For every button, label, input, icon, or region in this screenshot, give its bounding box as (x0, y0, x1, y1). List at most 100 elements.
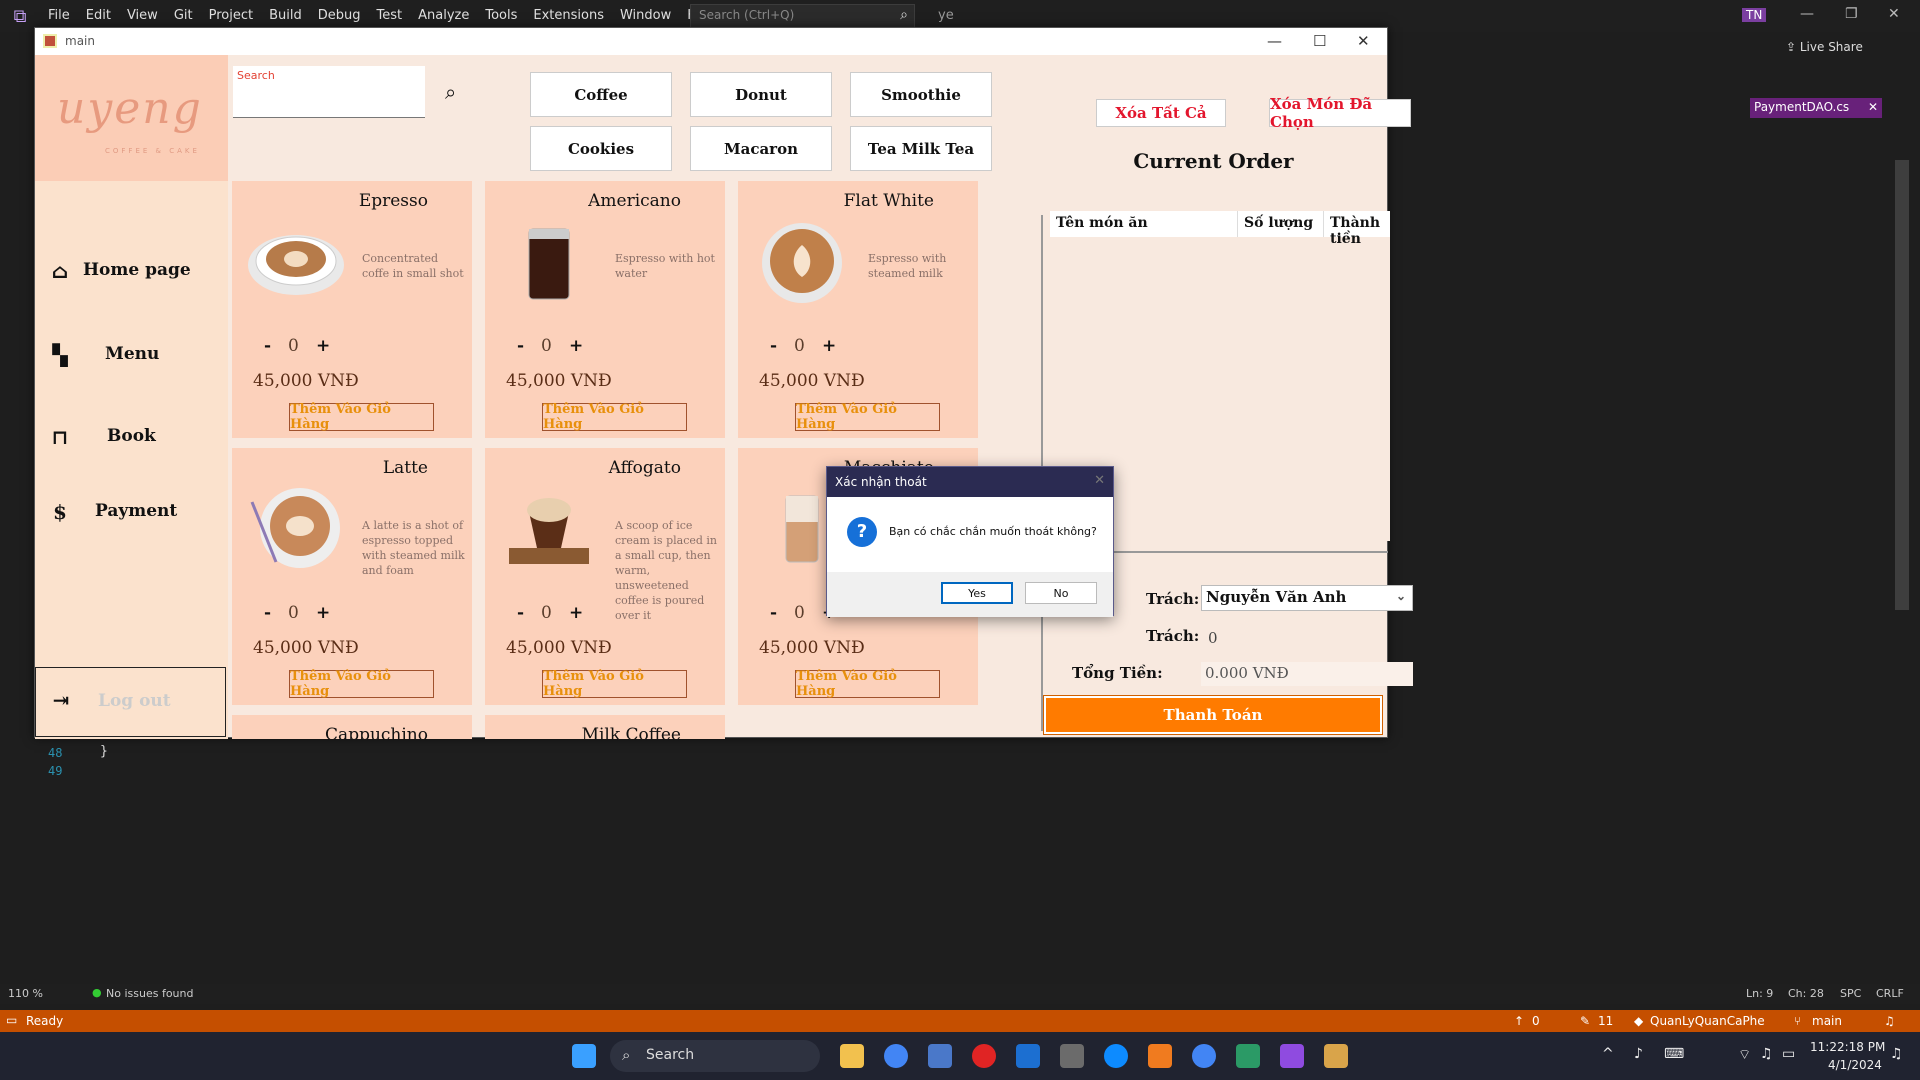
chrome-icon[interactable] (884, 1044, 908, 1068)
user-avatar[interactable]: TN (1742, 8, 1767, 22)
decrease-qty-button[interactable]: - (517, 603, 524, 623)
code-line[interactable]: } (100, 744, 108, 759)
category-tea-milk-tea[interactable]: Tea Milk Tea (850, 126, 992, 171)
remove-selected-button[interactable]: Xóa Món Đã Chọn (1269, 95, 1411, 131)
start-icon[interactable] (572, 1044, 596, 1068)
increase-qty-button[interactable]: + (316, 603, 330, 623)
nav-payment[interactable]: $ Payment (35, 488, 228, 538)
decrease-qty-button[interactable]: - (770, 603, 777, 623)
column-header[interactable]: Tên món ăn (1050, 211, 1238, 237)
decrease-qty-button[interactable]: - (264, 603, 271, 623)
add-to-cart-button[interactable]: Thêm Vào Giỏ Hàng (542, 669, 687, 699)
discount-value[interactable]: 0 (1208, 629, 1218, 647)
category-macaron[interactable]: Macaron (690, 126, 832, 171)
minimize-icon[interactable]: — (1800, 6, 1814, 22)
column-header[interactable]: Số lượng (1238, 211, 1324, 237)
product-grid[interactable]: Epresso Concentrated coffe in small shot… (232, 181, 1032, 739)
increase-qty-button[interactable]: + (569, 336, 583, 356)
app-icon[interactable] (1236, 1044, 1260, 1068)
visual-studio-icon[interactable] (1280, 1044, 1304, 1068)
editor-tab-paymentdao[interactable]: PaymentDAO.cs ✕ (1750, 98, 1882, 118)
minimize-icon[interactable]: — (1267, 32, 1282, 50)
close-tab-icon[interactable]: ✕ (1868, 100, 1878, 114)
vs-search-input[interactable]: Search (Ctrl+Q) ⌕ (690, 4, 915, 28)
checkout-button[interactable]: Thanh Toán (1043, 695, 1383, 735)
maximize-icon[interactable]: ☐ (1313, 32, 1326, 50)
search-icon: ⌕ (622, 1046, 631, 1064)
tray-chevron-icon[interactable]: ^ (1602, 1046, 1614, 1062)
branch-name[interactable]: main (1812, 1014, 1842, 1028)
volume-icon[interactable]: ♫ (1760, 1046, 1773, 1062)
clock-time[interactable]: 11:22:18 PM (1810, 1040, 1885, 1054)
total-field[interactable]: 0.000 VNĐ (1201, 662, 1413, 686)
zoom-level[interactable]: 110 % (8, 987, 43, 1000)
product-card: Americano Espresso with hot water - 0 + … (485, 181, 725, 438)
add-to-cart-button[interactable]: Thêm Vào Giỏ Hàng (289, 402, 434, 432)
category-cookies[interactable]: Cookies (530, 126, 672, 171)
live-share-label: Live Share (1799, 40, 1863, 54)
increase-qty-button[interactable]: + (569, 603, 583, 623)
search-icon[interactable]: ⌕ (445, 80, 456, 104)
keyboard-icon[interactable]: ⌨ (1664, 1046, 1684, 1062)
add-to-cart-button[interactable]: Thêm Vào Giỏ Hàng (795, 402, 940, 432)
yes-button[interactable]: Yes (941, 582, 1013, 604)
winforms-app-icon[interactable] (1324, 1044, 1348, 1068)
search-input[interactable] (237, 88, 417, 112)
calendar-icon[interactable] (928, 1044, 952, 1068)
product-name: Cappuchino (325, 725, 428, 739)
file-explorer-icon[interactable] (840, 1044, 864, 1068)
product-price: 45,000 VNĐ (253, 371, 359, 391)
wifi-icon[interactable]: ⌔ (1738, 1046, 1751, 1064)
search-box[interactable]: Search (233, 66, 425, 118)
add-to-cart-button[interactable]: Thêm Vào Giỏ Hàng (795, 669, 940, 699)
issues-status[interactable]: No issues found (106, 987, 193, 1000)
logout-button[interactable]: ⇥ Log out (35, 667, 226, 737)
app-icon[interactable] (1148, 1044, 1172, 1068)
battery-icon[interactable]: ▭ (1782, 1046, 1795, 1062)
editor-scrollbar[interactable] (1895, 160, 1909, 610)
outlook-icon[interactable] (1016, 1044, 1040, 1068)
changes-count[interactable]: 11 (1598, 1014, 1613, 1028)
live-share-button[interactable]: ⇪ Live Share (1786, 40, 1863, 54)
increase-qty-button[interactable]: + (822, 336, 836, 356)
taskbar-search[interactable]: ⌕ Search (610, 1040, 820, 1072)
repo-name[interactable]: QuanLyQuanCaPhe (1650, 1014, 1765, 1028)
unpushed-count[interactable]: 0 (1532, 1014, 1540, 1028)
clear-all-button[interactable]: Xóa Tất Cả (1096, 99, 1226, 127)
app-icon[interactable] (1060, 1044, 1084, 1068)
category-donut[interactable]: Donut (690, 72, 832, 117)
increase-qty-button[interactable]: + (316, 336, 330, 356)
decrease-qty-button[interactable]: - (264, 336, 271, 356)
product-price: 45,000 VNĐ (506, 638, 612, 658)
zalo-icon[interactable] (1104, 1044, 1128, 1068)
check-icon: ● (92, 986, 102, 999)
close-icon[interactable]: ✕ (1888, 6, 1900, 22)
microphone-icon[interactable]: ♪ (1634, 1046, 1643, 1062)
decrease-qty-button[interactable]: - (517, 336, 524, 356)
notification-icon[interactable]: ♫ (1884, 1014, 1895, 1028)
close-icon[interactable]: ✕ (1357, 32, 1370, 50)
nav-home-page[interactable]: ⌂ Home page (35, 247, 228, 297)
clock-date[interactable]: 4/1/2024 (1828, 1058, 1882, 1072)
notification-bell-icon[interactable]: ♫ (1890, 1046, 1903, 1062)
chrome-icon[interactable] (1192, 1044, 1216, 1068)
category-smoothie[interactable]: Smoothie (850, 72, 992, 117)
column-header[interactable]: Thành tiền (1324, 211, 1390, 247)
dialog-title: Xác nhận thoát (835, 475, 927, 489)
add-to-cart-button[interactable]: Thêm Vào Giỏ Hàng (289, 669, 434, 699)
restore-icon[interactable]: ❐ (1845, 6, 1858, 22)
nav-book[interactable]: ⊓ Book (35, 413, 228, 463)
add-to-cart-button[interactable]: Thêm Vào Giỏ Hàng (542, 402, 687, 432)
product-description: A latte is a shot of espresso topped wit… (362, 519, 465, 577)
quantity-value: 0 (794, 603, 805, 623)
staff-select[interactable]: Nguyễn Văn Anh ⌄ (1201, 585, 1413, 611)
nav-menu[interactable]: ▚ Menu (35, 331, 228, 381)
whitespace-mode[interactable]: SPC (1840, 987, 1861, 1000)
decrease-qty-button[interactable]: - (770, 336, 777, 356)
logout-label: Log out (98, 691, 171, 711)
opera-icon[interactable] (972, 1044, 996, 1068)
line-ending[interactable]: CRLF (1876, 987, 1904, 1000)
no-button[interactable]: No (1025, 582, 1097, 604)
category-coffee[interactable]: Coffee (530, 72, 672, 117)
close-icon[interactable]: ✕ (1094, 473, 1105, 488)
